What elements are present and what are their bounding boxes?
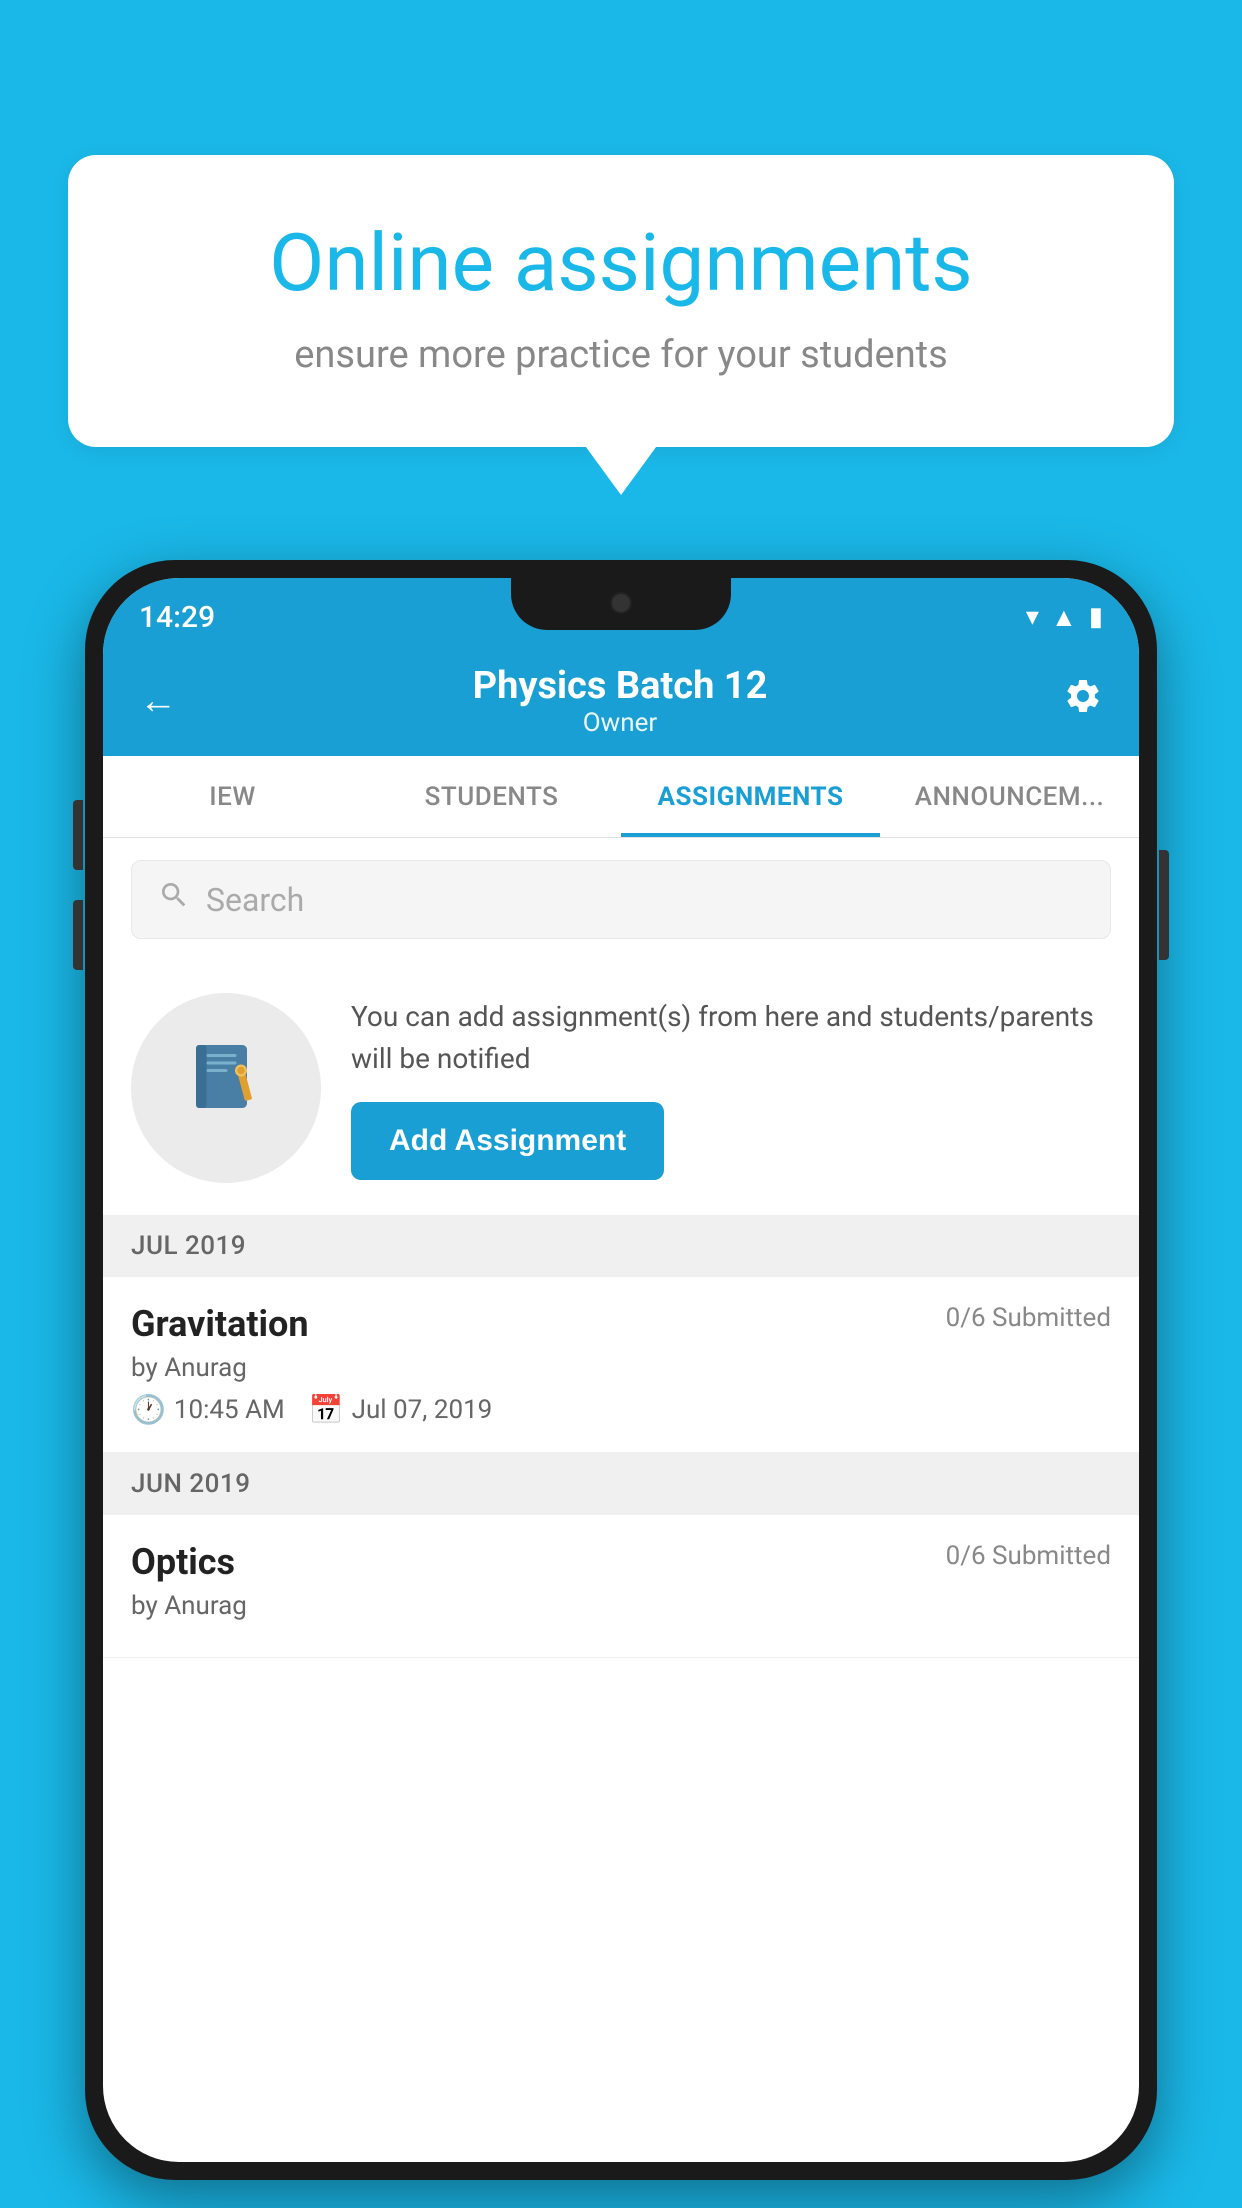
clock-icon: 🕐: [131, 1393, 166, 1426]
phone-mockup: 14:29 ▾ ▲ ▮ ← Physics Batch 12 Owner: [85, 560, 1157, 2180]
signal-icon: ▲: [1051, 602, 1077, 633]
search-placeholder: Search: [206, 881, 304, 919]
volume-down-button: [73, 900, 83, 970]
speech-bubble-title: Online assignments: [148, 215, 1094, 311]
section-header-jun: JUN 2019: [103, 1453, 1139, 1515]
tab-iew[interactable]: IEW: [103, 756, 362, 837]
assignment-name: Gravitation: [131, 1303, 309, 1345]
assignment-row1: Gravitation 0/6 Submitted: [131, 1303, 1111, 1345]
calendar-icon: 📅: [309, 1393, 344, 1426]
promo-text-area: You can add assignment(s) from here and …: [351, 996, 1111, 1180]
screen-content: Search: [103, 838, 1139, 2162]
assignment-by-optics: by Anurag: [131, 1591, 1111, 1621]
speech-bubble-subtitle: ensure more practice for your students: [148, 333, 1094, 377]
section-header-jul: JUL 2019: [103, 1215, 1139, 1277]
assignment-row1-optics: Optics 0/6 Submitted: [131, 1541, 1111, 1583]
tab-assignments[interactable]: ASSIGNMENTS: [621, 756, 880, 837]
app-header: ← Physics Batch 12 Owner: [103, 646, 1139, 756]
add-assignment-button[interactable]: Add Assignment: [351, 1102, 664, 1180]
assignment-item-gravitation[interactable]: Gravitation 0/6 Submitted by Anurag 🕐 10…: [103, 1277, 1139, 1453]
search-container: Search: [103, 838, 1139, 961]
tab-announcements[interactable]: ANNOUNCEM...: [880, 756, 1139, 837]
phone-screen: 14:29 ▾ ▲ ▮ ← Physics Batch 12 Owner: [103, 578, 1139, 2162]
battery-icon: ▮: [1089, 602, 1103, 632]
status-icons: ▾ ▲ ▮: [1026, 602, 1103, 633]
assignment-by: by Anurag: [131, 1353, 1111, 1383]
header-subtitle: Owner: [473, 708, 768, 738]
assignment-item-optics[interactable]: Optics 0/6 Submitted by Anurag: [103, 1515, 1139, 1658]
tab-students[interactable]: STUDENTS: [362, 756, 621, 837]
power-button: [1159, 850, 1169, 960]
promo-box: You can add assignment(s) from here and …: [103, 961, 1139, 1215]
phone-outer: 14:29 ▾ ▲ ▮ ← Physics Batch 12 Owner: [85, 560, 1157, 2180]
search-bar[interactable]: Search: [131, 860, 1111, 939]
speech-bubble: Online assignments ensure more practice …: [68, 155, 1174, 447]
assignment-time: 🕐 10:45 AM: [131, 1393, 285, 1426]
phone-notch: [511, 578, 731, 630]
wifi-icon: ▾: [1026, 602, 1039, 632]
assignment-date: 📅 Jul 07, 2019: [309, 1393, 493, 1426]
assignment-submitted-optics: 0/6 Submitted: [946, 1541, 1111, 1571]
tab-bar: IEW STUDENTS ASSIGNMENTS ANNOUNCEM...: [103, 756, 1139, 838]
back-button[interactable]: ←: [139, 679, 177, 723]
search-icon: [158, 879, 190, 920]
speech-bubble-container: Online assignments ensure more practice …: [68, 155, 1174, 447]
header-title: Physics Batch 12: [473, 664, 768, 708]
promo-icon-circle: [131, 993, 321, 1183]
promo-description: You can add assignment(s) from here and …: [351, 996, 1111, 1080]
header-center: Physics Batch 12 Owner: [473, 664, 768, 738]
camera-dot: [610, 592, 632, 614]
volume-up-button: [73, 800, 83, 870]
assignment-meta: 🕐 10:45 AM 📅 Jul 07, 2019: [131, 1393, 1111, 1426]
assignment-name-optics: Optics: [131, 1541, 235, 1583]
status-time: 14:29: [139, 600, 215, 635]
settings-icon[interactable]: [1063, 676, 1103, 726]
notebook-icon: [181, 1033, 271, 1143]
assignment-submitted: 0/6 Submitted: [946, 1303, 1111, 1333]
